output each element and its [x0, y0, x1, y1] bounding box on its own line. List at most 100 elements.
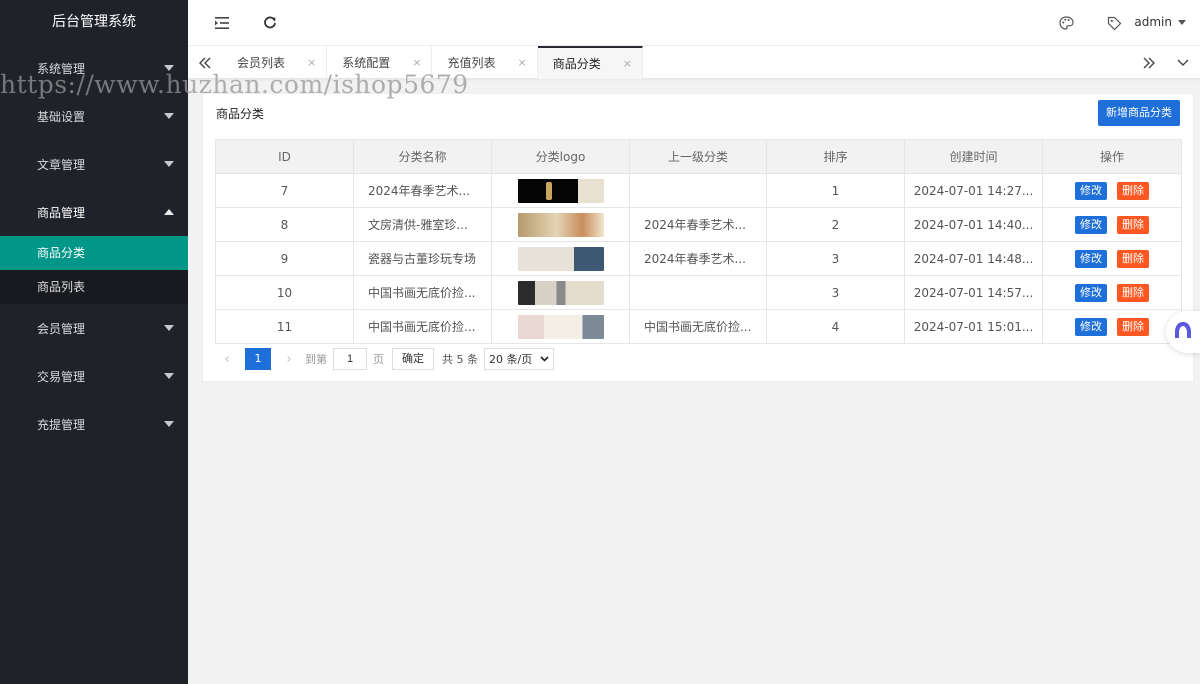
tabs-scroll-right-icon[interactable]	[1132, 46, 1166, 79]
tab-goods-category[interactable]: 商品分类 ×	[537, 46, 643, 79]
menu-item-basic-settings[interactable]: 基础设置	[0, 92, 188, 140]
table-row[interactable]: 10 中国书画无底价捡... 3 2024-07-01 14:57... 修改删…	[215, 275, 1182, 310]
cell-name: 中国书画无底价捡...	[353, 309, 492, 344]
cell-id: 9	[215, 241, 354, 276]
sub-item-goods-category[interactable]: 商品分类	[0, 236, 188, 270]
menu-group-basic: 基础设置	[0, 92, 188, 140]
cell-created: 2024-07-01 14:40...	[904, 207, 1043, 242]
goto-page-input[interactable]	[333, 348, 367, 370]
table-row[interactable]: 7 2024年春季艺术... 1 2024-07-01 14:27... 修改删…	[215, 173, 1182, 208]
close-icon[interactable]: ×	[307, 56, 316, 69]
sidebar: 后台管理系统 系统管理 基础设置 文章管理 商品管理 商品分类 商品列表 会员管…	[0, 0, 188, 684]
username: admin	[1134, 15, 1172, 29]
cell-created: 2024-07-01 15:01...	[904, 309, 1043, 344]
chevron-down-icon	[540, 356, 549, 362]
menu-fold-icon[interactable]	[213, 14, 231, 32]
delete-button[interactable]: 删除	[1117, 215, 1149, 234]
cell-parent	[629, 275, 767, 310]
menu-item-articles[interactable]: 文章管理	[0, 140, 188, 188]
next-page-icon[interactable]: ›	[277, 352, 301, 367]
cell-logo	[491, 275, 630, 310]
cell-sort: 3	[766, 275, 905, 310]
delete-button[interactable]: 删除	[1117, 283, 1149, 302]
cell-logo	[491, 173, 630, 208]
page-unit-label: 页	[373, 353, 384, 366]
menu-item-label: 会员管理	[37, 321, 86, 336]
menu-group-trade: 交易管理	[0, 352, 188, 400]
delete-button[interactable]: 删除	[1117, 181, 1149, 200]
tag-icon[interactable]	[1105, 14, 1123, 32]
menu-item-goods[interactable]: 商品管理	[0, 188, 188, 236]
menu-item-label: 基础设置	[37, 109, 86, 124]
column-header-created[interactable]: 创建时间	[904, 139, 1043, 174]
menu-item-label: 商品管理	[37, 205, 86, 220]
menu-group-article: 文章管理	[0, 140, 188, 188]
table-row[interactable]: 9 瓷器与古董珍玩专场 2024年春季艺术... 3 2024-07-01 14…	[215, 241, 1182, 276]
close-icon[interactable]: ×	[623, 57, 632, 70]
cell-sort: 2	[766, 207, 905, 242]
cell-actions: 修改 删除	[1042, 241, 1182, 276]
menu-item-deposit-withdraw[interactable]: 充提管理	[0, 400, 188, 448]
column-header-actions[interactable]: 操作	[1042, 139, 1182, 174]
goods-category-card: 商品分类 新增商品分类 ID 分类名称 分类logo 上一级分类 排序 创建时间…	[202, 93, 1194, 382]
cell-parent: 2024年春季艺术...	[629, 207, 767, 242]
tab-label: 会员列表	[237, 56, 286, 70]
submenu-goods: 商品分类 商品列表	[0, 236, 188, 304]
assistant-float-button[interactable]	[1166, 311, 1200, 353]
pagination: ‹ 1 › 到第 页 确定 共 5 条 20 条/页	[215, 347, 555, 371]
edit-button[interactable]: 修改	[1075, 215, 1107, 234]
assistant-logo-icon	[1173, 321, 1193, 344]
tab-label: 商品分类	[552, 57, 601, 71]
caret-up-icon	[164, 209, 174, 215]
category-logo-image	[517, 246, 604, 271]
column-header-logo[interactable]: 分类logo	[491, 139, 630, 174]
edit-button[interactable]: 修改	[1075, 249, 1107, 268]
theme-palette-icon[interactable]	[1057, 14, 1075, 32]
caret-down-icon	[164, 325, 174, 331]
delete-button[interactable]: 删除	[1117, 249, 1149, 268]
cell-id: 8	[215, 207, 354, 242]
table-row[interactable]: 8 文房清供-雅室珍... 2024年春季艺术... 2 2024-07-01 …	[215, 207, 1182, 242]
edit-button[interactable]: 修改	[1075, 181, 1107, 200]
sub-item-goods-list[interactable]: 商品列表	[0, 270, 188, 304]
page-size-value: 20 条/页	[489, 353, 533, 366]
tabs-menu-chevron-down-icon[interactable]	[1166, 46, 1200, 79]
table-row[interactable]: 11 中国书画无底价捡... 中国书画无底价捡... 4 2024-07-01 …	[215, 309, 1182, 344]
menu-item-members[interactable]: 会员管理	[0, 304, 188, 352]
cell-created: 2024-07-01 14:27...	[904, 173, 1043, 208]
user-menu[interactable]: admin	[1134, 15, 1186, 29]
cell-id: 7	[215, 173, 354, 208]
goto-confirm-button[interactable]: 确定	[392, 348, 434, 370]
cell-name: 瓷器与古董珍玩专场	[353, 241, 492, 276]
caret-down-icon	[164, 421, 174, 427]
category-logo-image	[517, 178, 604, 203]
cell-name: 2024年春季艺术...	[353, 173, 492, 208]
page-number-current[interactable]: 1	[245, 348, 271, 370]
top-header: admin	[188, 0, 1200, 46]
cell-created: 2024-07-01 14:48...	[904, 241, 1043, 276]
column-header-sort[interactable]: 排序	[766, 139, 905, 174]
cell-created: 2024-07-01 14:57...	[904, 275, 1043, 310]
cell-actions: 修改 删除	[1042, 275, 1182, 310]
prev-page-icon[interactable]: ‹	[215, 352, 239, 367]
brand-title: 后台管理系统	[52, 14, 136, 30]
cell-actions: 修改 删除	[1042, 207, 1182, 242]
watermark: https://www.huzhan.com/ishop5679	[0, 70, 469, 99]
cell-sort: 1	[766, 173, 905, 208]
edit-button[interactable]: 修改	[1075, 283, 1107, 302]
close-icon[interactable]: ×	[412, 56, 421, 69]
add-category-button[interactable]: 新增商品分类	[1098, 100, 1180, 126]
menu-item-trades[interactable]: 交易管理	[0, 352, 188, 400]
menu-group-deposit: 充提管理	[0, 400, 188, 448]
column-header-parent[interactable]: 上一级分类	[629, 139, 767, 174]
caret-down-icon	[164, 373, 174, 379]
refresh-icon[interactable]	[261, 14, 279, 32]
close-icon[interactable]: ×	[517, 56, 526, 69]
column-header-id[interactable]: ID	[215, 139, 354, 174]
category-table: ID 分类名称 分类logo 上一级分类 排序 创建时间 操作 7 2024年春…	[215, 139, 1182, 344]
delete-button[interactable]: 删除	[1117, 317, 1149, 336]
goto-label: 到第	[305, 353, 327, 366]
column-header-name[interactable]: 分类名称	[353, 139, 492, 174]
edit-button[interactable]: 修改	[1075, 317, 1107, 336]
page-size-select[interactable]: 20 条/页	[484, 348, 555, 370]
